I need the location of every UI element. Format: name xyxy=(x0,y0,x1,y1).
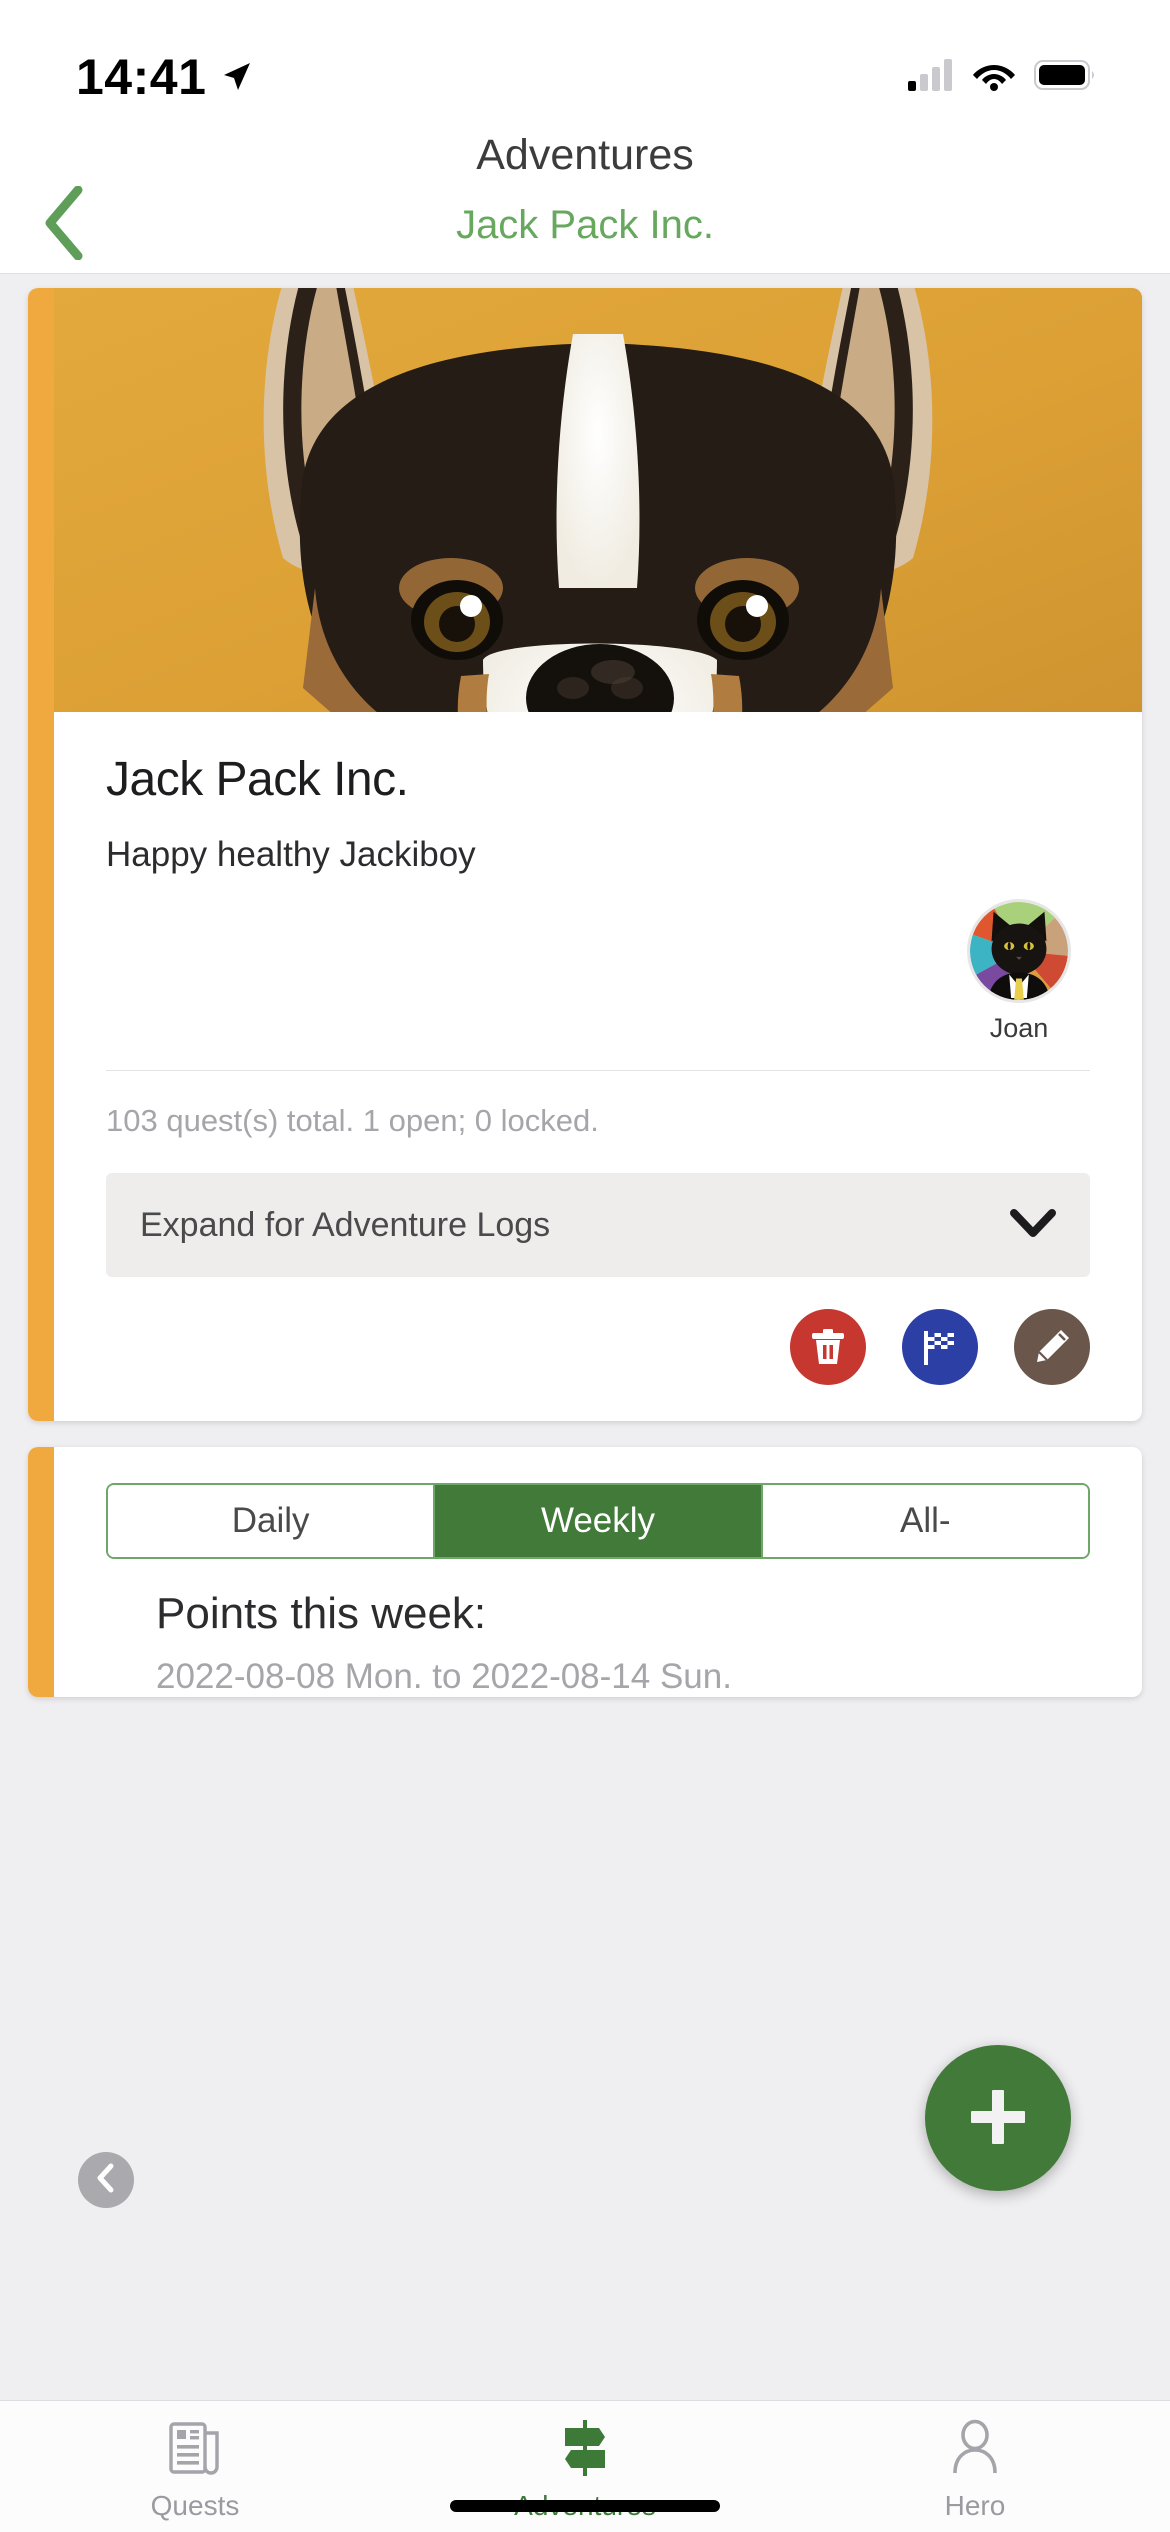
expand-label: Expand for Adventure Logs xyxy=(140,1205,551,1244)
sub-navigation-bar: Jack Pack Inc. xyxy=(0,178,1170,274)
member-name: Joan xyxy=(989,1013,1049,1043)
tab-quests[interactable]: Quests xyxy=(0,2419,390,2522)
adventure-subtitle: Happy healthy Jackiboy xyxy=(106,835,476,874)
points-heading: Points this week: xyxy=(156,1589,487,1638)
adventure-card[interactable]: Jack Pack Inc. Happy healthy Jackiboy Jo… xyxy=(28,288,1142,1421)
edit-button[interactable] xyxy=(1014,1309,1090,1385)
points-date-range: 2022-08-08 Mon. to 2022-08-14 Sun. xyxy=(156,1657,732,1696)
cellular-signal-icon xyxy=(908,58,954,96)
chevron-left-circle-icon xyxy=(93,2162,119,2199)
delete-button[interactable] xyxy=(790,1309,866,1385)
chevron-left-icon xyxy=(42,185,88,265)
checkered-flag-icon xyxy=(920,1327,960,1367)
segment-all-time[interactable]: All- xyxy=(760,1485,1088,1557)
adventure-title: Jack Pack Inc. xyxy=(106,753,409,806)
card-divider xyxy=(106,1070,1090,1071)
expand-adventure-logs-button[interactable]: Expand for Adventure Logs xyxy=(106,1173,1090,1277)
wifi-icon xyxy=(972,59,1016,96)
status-bar-right xyxy=(908,58,1096,96)
back-button[interactable] xyxy=(20,181,110,271)
previous-week-button[interactable] xyxy=(78,2152,134,2208)
tab-label-quests: Quests xyxy=(150,2490,240,2521)
pencil-icon xyxy=(1033,1328,1071,1366)
points-card[interactable]: Daily Weekly All- Points this week: 2022… xyxy=(28,1447,1142,1697)
app-screen: 14:41 Adventures Jack Pack Inc. Jack Pac… xyxy=(0,0,1170,2532)
chevron-down-icon xyxy=(1010,1208,1056,1243)
finish-button[interactable] xyxy=(902,1309,978,1385)
points-card-body: Daily Weekly All- Points this week: 2022… xyxy=(54,1447,1142,1697)
add-button[interactable] xyxy=(925,2045,1071,2191)
page-title: Adventures xyxy=(476,130,694,179)
bottom-tab-bar: Quests Adventures Hero xyxy=(0,2400,1170,2532)
battery-icon xyxy=(1034,59,1096,95)
signpost-icon xyxy=(557,2419,613,2482)
page-header: Adventures xyxy=(0,130,1170,179)
adventure-action-row xyxy=(106,1309,1090,1421)
newspaper-icon xyxy=(167,2419,223,2482)
tab-label-hero: Hero xyxy=(944,2490,1006,2521)
points-card-inner: Daily Weekly All- Points this week: 2022… xyxy=(54,1447,1142,1697)
segment-weekly[interactable]: Weekly xyxy=(433,1485,761,1557)
adventure-card-inner: Jack Pack Inc. Happy healthy Jackiboy Jo… xyxy=(54,288,1142,1421)
adventure-name-title: Jack Pack Inc. xyxy=(456,203,714,247)
tab-hero[interactable]: Hero xyxy=(780,2419,1170,2522)
member-list: Joan xyxy=(106,899,1090,1044)
card-accent-stripe xyxy=(28,288,54,1421)
home-indicator xyxy=(450,2500,720,2512)
person-icon xyxy=(947,2419,1003,2482)
status-bar-left: 14:41 xyxy=(76,48,252,106)
adventure-card-body: Jack Pack Inc. Happy healthy Jackiboy Jo… xyxy=(54,712,1142,1421)
avatar xyxy=(967,899,1071,1003)
adventure-cover-photo xyxy=(54,288,1142,712)
period-segmented-control[interactable]: Daily Weekly All- xyxy=(106,1483,1090,1559)
trash-icon xyxy=(810,1328,846,1366)
quest-summary-text: 103 quest(s) total. 1 open; 0 locked. xyxy=(106,1103,599,1138)
status-bar: 14:41 xyxy=(0,0,1170,132)
member-item[interactable]: Joan xyxy=(954,899,1084,1044)
status-time: 14:41 xyxy=(76,49,207,105)
card-accent-stripe xyxy=(28,1447,54,1697)
plus-icon xyxy=(961,2080,1035,2157)
location-arrow-icon xyxy=(220,61,252,93)
segment-daily[interactable]: Daily xyxy=(108,1485,434,1557)
